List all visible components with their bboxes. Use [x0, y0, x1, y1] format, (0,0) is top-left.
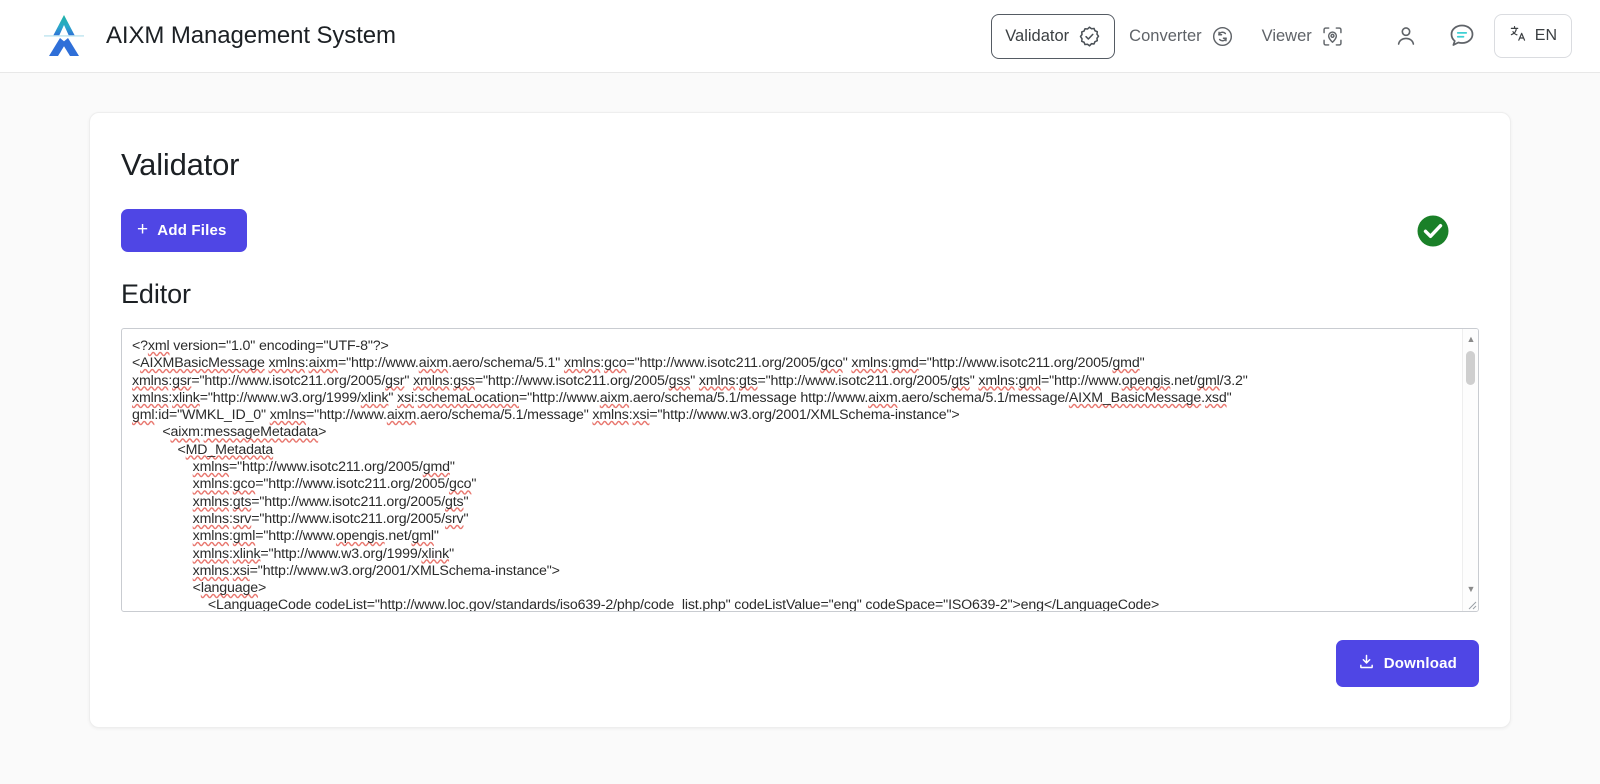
download-icon [1358, 653, 1375, 674]
editor-scrollbar[interactable]: ▲ ▼ [1462, 329, 1478, 611]
footer-row: Download [121, 640, 1479, 687]
refresh-circle-icon [1211, 25, 1234, 48]
validator-card: Validator + Add Files Editor <?xml versi… [89, 112, 1511, 728]
badge-check-icon [1078, 25, 1101, 48]
language-selector[interactable]: EN [1493, 14, 1572, 58]
plus-icon: + [137, 219, 149, 240]
page-body: Validator + Add Files Editor <?xml versi… [0, 73, 1600, 784]
nav-label-converter: Converter [1129, 26, 1202, 45]
validation-success-check-icon [1415, 213, 1451, 249]
chat-bubble-icon[interactable] [1438, 12, 1486, 60]
nav-label-validator: Validator [1005, 26, 1070, 45]
map-pin-scan-icon [1321, 25, 1344, 48]
nav-item-validator[interactable]: Validator [991, 13, 1116, 59]
download-button[interactable]: Download [1335, 640, 1479, 687]
download-label: Download [1383, 655, 1457, 672]
resize-grip-icon[interactable] [1464, 597, 1477, 610]
scroll-up-arrow-icon[interactable]: ▲ [1463, 331, 1478, 347]
aixm-logo-icon [36, 12, 92, 60]
app-title: AIXM Management System [106, 22, 396, 49]
nav-item-viewer[interactable]: Viewer [1248, 14, 1358, 59]
translate-icon [1509, 24, 1528, 48]
language-label: EN [1534, 27, 1557, 44]
nav-item-converter[interactable]: Converter [1115, 14, 1247, 59]
brand: AIXM Management System [36, 12, 396, 60]
app-header: AIXM Management System Validator Convert… [0, 0, 1600, 73]
add-files-button[interactable]: + Add Files [121, 209, 247, 252]
toolbar-row: + Add Files [121, 209, 1479, 252]
scroll-thumb[interactable] [1466, 351, 1475, 385]
xml-editor-content[interactable]: <?xml version="1.0" encoding="UTF-8"?> <… [122, 329, 1478, 611]
xml-editor[interactable]: <?xml version="1.0" encoding="UTF-8"?> <… [121, 328, 1479, 612]
header-nav: Validator Converter Viewer EN [991, 12, 1572, 60]
nav-label-viewer: Viewer [1261, 26, 1312, 45]
editor-section-title: Editor [121, 279, 191, 309]
scroll-down-arrow-icon[interactable]: ▼ [1463, 581, 1478, 597]
user-account-icon[interactable] [1382, 12, 1430, 60]
page-title: Validator [121, 147, 240, 182]
add-files-label: Add Files [157, 222, 227, 239]
